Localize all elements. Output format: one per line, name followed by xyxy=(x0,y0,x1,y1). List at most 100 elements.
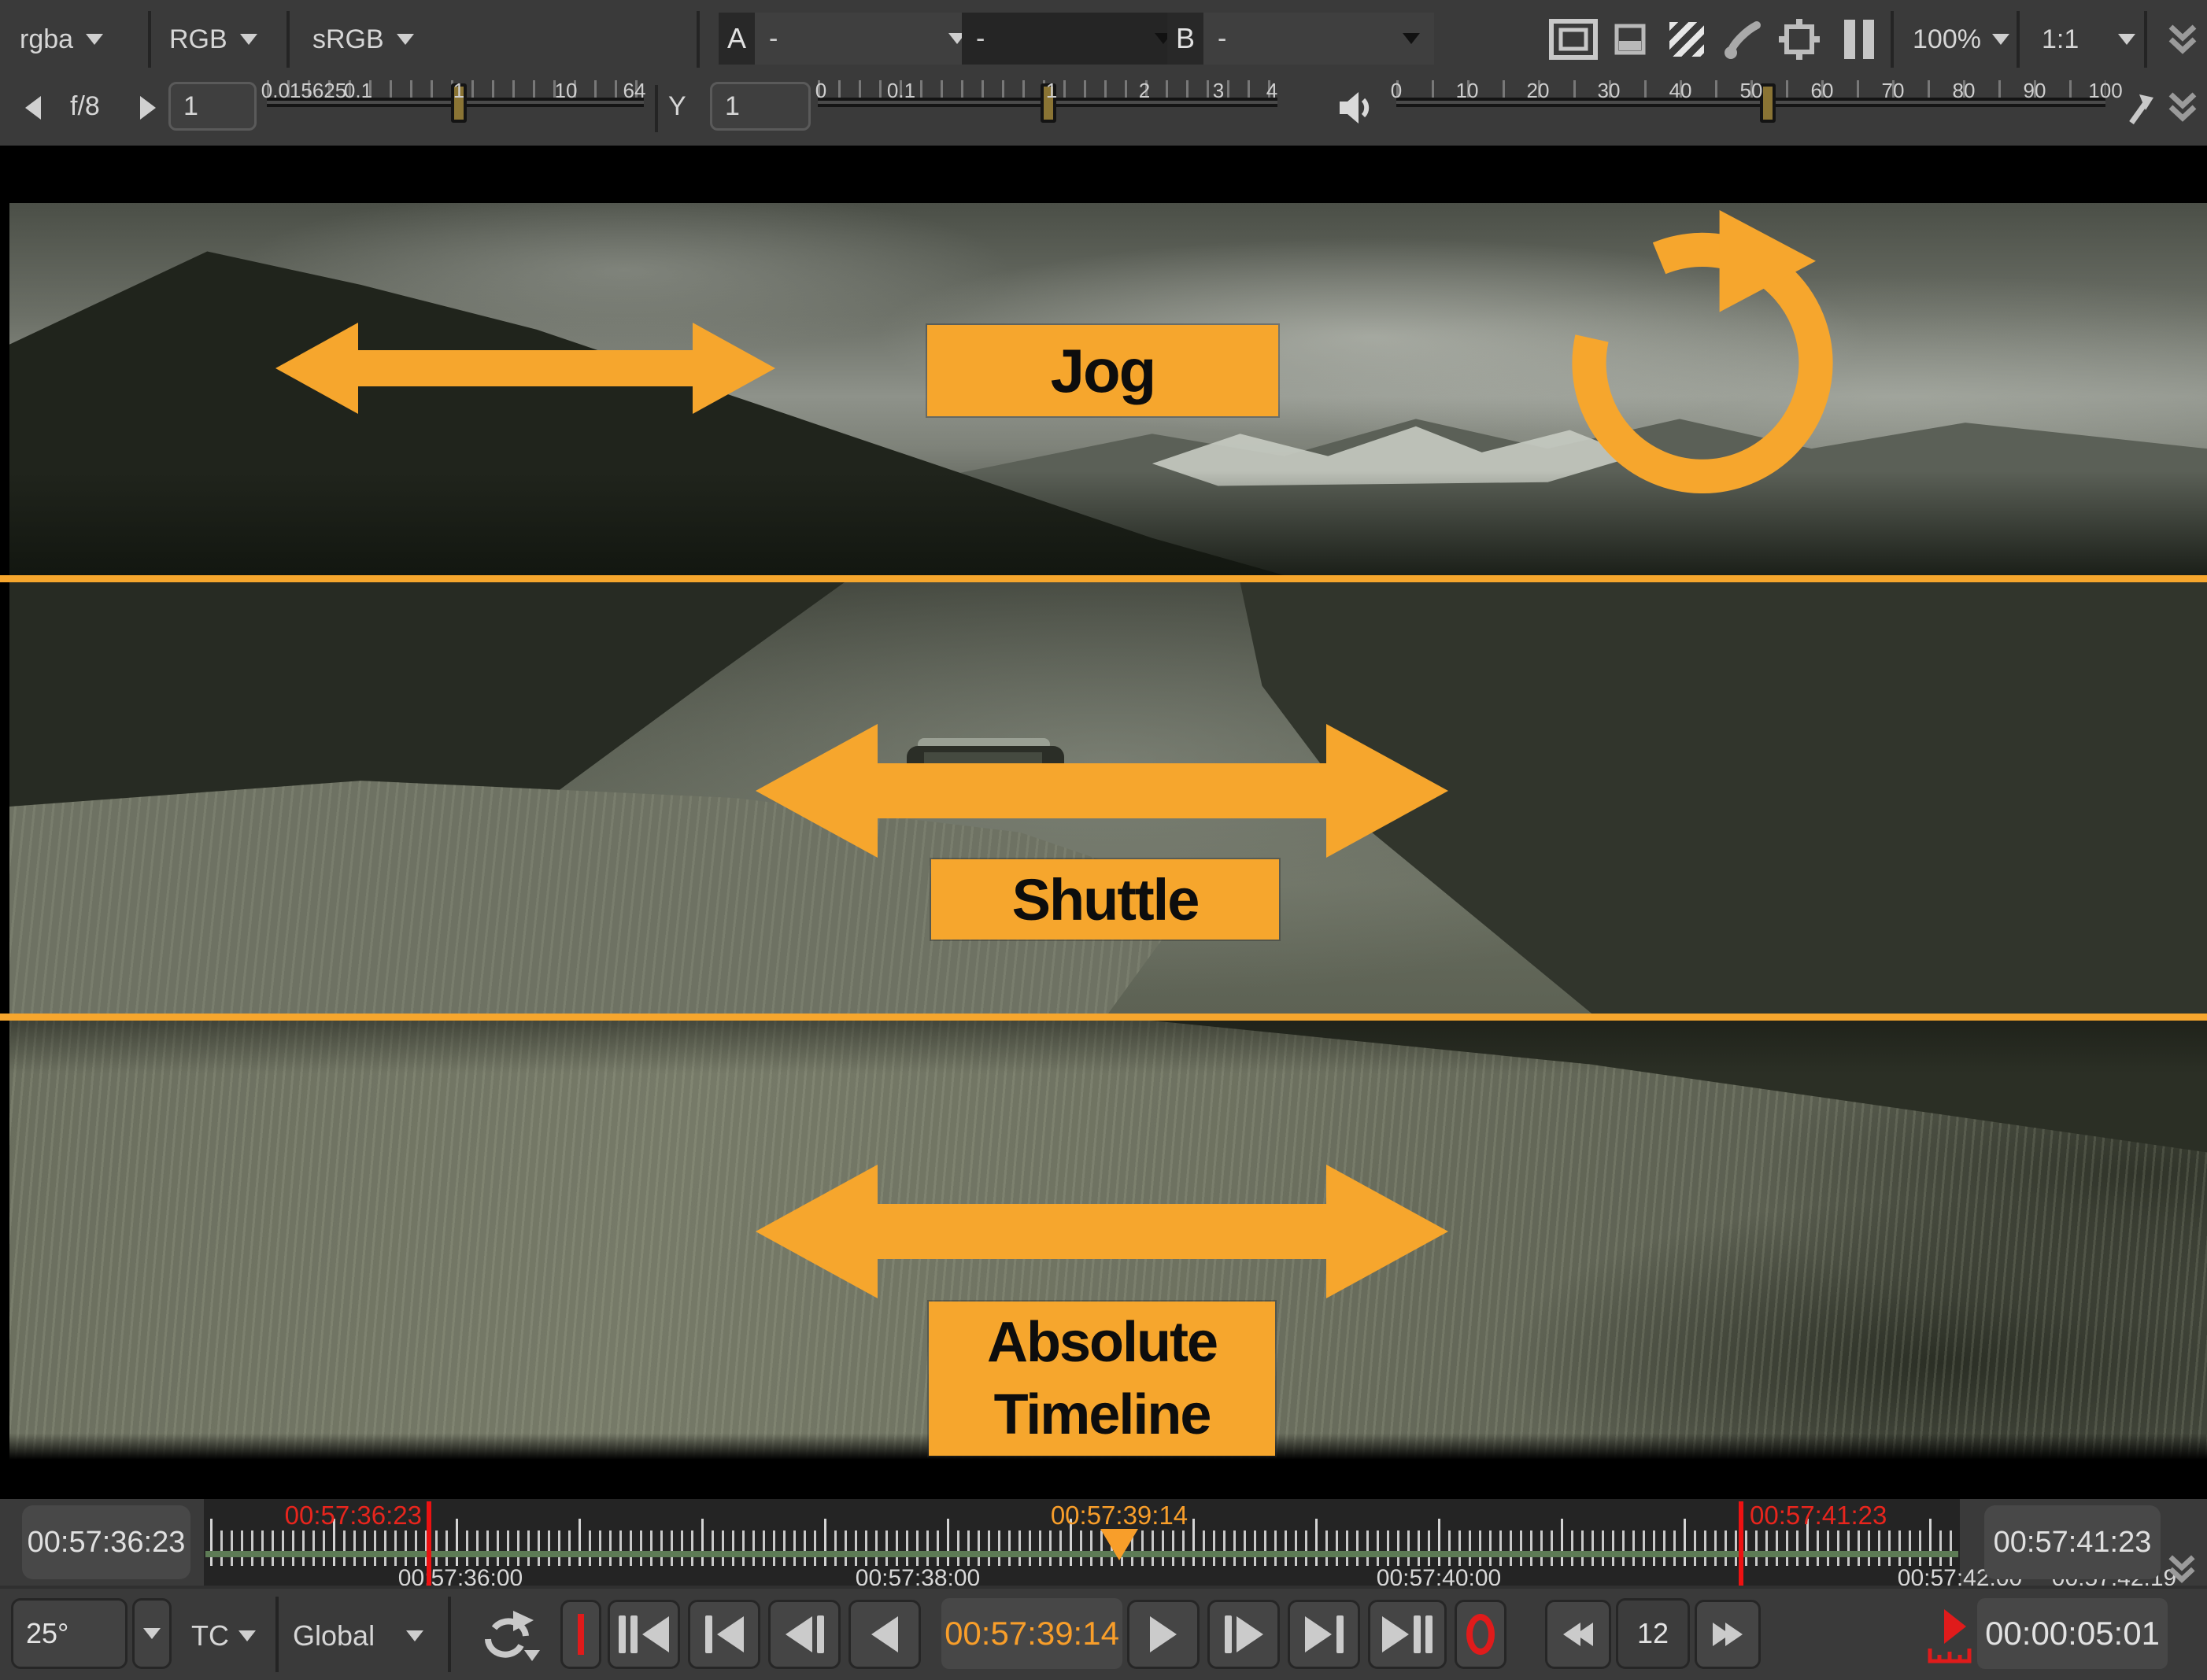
tick-label: 70 xyxy=(1882,79,1905,103)
channels-value: rgba xyxy=(20,24,73,55)
arrow-shaft xyxy=(358,350,693,386)
viewer-window: rgba RGB sRGB A - - B xyxy=(0,0,2207,1680)
exposure-toolbar: f/8 1 0.0156250.111064 Y 1 00.11234 0102… xyxy=(0,79,2207,146)
timecode-mode-dropdown[interactable]: TC xyxy=(191,1589,256,1680)
tick-label: 10 xyxy=(555,79,578,103)
input-a-dropdown[interactable]: A - xyxy=(719,13,980,65)
go-to-start-button[interactable] xyxy=(688,1600,760,1669)
playback-range-icon[interactable] xyxy=(1927,1608,1972,1668)
fstop-label: f/8 xyxy=(70,91,100,122)
colorspace-dropdown[interactable]: sRGB xyxy=(312,0,414,79)
absolute-line2: Timeline xyxy=(994,1379,1211,1451)
arrow-head-right xyxy=(1326,1165,1448,1298)
play-backward-button[interactable] xyxy=(848,1600,921,1669)
step-forward-button[interactable] xyxy=(1207,1600,1280,1669)
divider xyxy=(287,11,290,68)
arrow-head-right xyxy=(693,323,775,414)
fps-select[interactable]: 25° xyxy=(11,1598,128,1669)
skip-forward-button[interactable] xyxy=(1695,1600,1761,1669)
wipe-value: - xyxy=(976,24,985,54)
tick-label: 90 xyxy=(2024,79,2046,103)
viewer-canvas[interactable]: Jog Shuttle xyxy=(0,203,2207,1460)
paintbrush-icon[interactable] xyxy=(1721,0,1765,79)
pixel-aspect-dropdown[interactable]: 1:1 xyxy=(2042,0,2135,79)
tick-label: 100 xyxy=(2088,79,2122,103)
divider xyxy=(1891,11,1894,68)
in-point-marker[interactable] xyxy=(427,1501,431,1586)
gamma-label: Y xyxy=(668,91,686,122)
tick-label: 64 xyxy=(623,79,646,103)
divider xyxy=(2144,11,2147,68)
arrow-head-left xyxy=(756,724,878,858)
proxy-toggle-icon[interactable] xyxy=(1612,0,1648,79)
collapse-slider-row-icon[interactable] xyxy=(2166,90,2199,128)
jog-arrow xyxy=(275,323,775,414)
in-point-glyph xyxy=(578,1614,584,1655)
playback-loop-icon[interactable] xyxy=(479,1609,542,1668)
range-mode-dropdown[interactable]: Global xyxy=(293,1589,423,1680)
playhead-timecode: 00:57:39:14 xyxy=(1051,1501,1188,1530)
out-point-marker[interactable] xyxy=(1739,1501,1743,1586)
fstop-prev-icon[interactable] xyxy=(25,96,41,120)
arrow-head-left xyxy=(275,323,358,414)
step-back-button[interactable] xyxy=(768,1600,841,1669)
gate-overlay-icon[interactable] xyxy=(1777,0,1821,79)
chevron-down-icon xyxy=(1992,34,2009,45)
previous-edit-button[interactable] xyxy=(608,1600,680,1669)
zebra-clipping-icon[interactable] xyxy=(1667,0,1706,79)
zoom-dropdown[interactable]: 100% xyxy=(1913,0,2009,79)
arrow-head-left xyxy=(756,1165,878,1298)
jog-text: Jog xyxy=(1051,335,1155,407)
go-to-end-button[interactable] xyxy=(1288,1600,1360,1669)
playhead-marker[interactable] xyxy=(1100,1529,1138,1560)
tick-label: 1 xyxy=(1046,79,1057,103)
zoom-value: 100% xyxy=(1913,24,1981,55)
speaker-icon[interactable] xyxy=(1338,90,1376,130)
pause-updates-icon[interactable] xyxy=(1839,0,1880,79)
input-b-dropdown[interactable]: B - xyxy=(1167,13,1434,65)
skip-back-button[interactable] xyxy=(1545,1600,1611,1669)
collapse-toolbar-icon[interactable] xyxy=(2163,0,2202,79)
frame-display-icon[interactable] xyxy=(1547,0,1599,79)
fps-select-arrow[interactable] xyxy=(132,1598,172,1669)
colorspace-value: sRGB xyxy=(312,24,384,55)
pixel-aspect-value: 1:1 xyxy=(2042,24,2079,55)
frame-increment-input[interactable]: 12 xyxy=(1616,1598,1690,1669)
wipe-mode-dropdown[interactable]: - xyxy=(962,13,1186,65)
divider xyxy=(697,11,700,68)
band-divider xyxy=(0,575,2207,582)
chevron-down-icon xyxy=(2118,34,2135,45)
collapse-timeline-icon[interactable] xyxy=(2166,1553,2198,1590)
out-point-timecode: 00:57:41:23 xyxy=(1750,1501,1887,1530)
gamma-input[interactable]: 1 xyxy=(710,82,811,131)
fps-value: 25° xyxy=(26,1617,68,1650)
out-point-button[interactable] xyxy=(1455,1600,1506,1669)
timecode-mode-value: TC xyxy=(191,1619,229,1652)
in-point-button[interactable] xyxy=(560,1600,601,1669)
gain-input[interactable]: 1 xyxy=(168,82,257,131)
divider xyxy=(275,1597,279,1672)
tick-label: 4 xyxy=(1266,79,1277,103)
tick-label: 30 xyxy=(1598,79,1621,103)
duration-display[interactable]: 00:00:05:01 xyxy=(1977,1598,2168,1669)
divider xyxy=(655,85,658,132)
divider xyxy=(2017,11,2020,68)
tick-label: 3 xyxy=(1213,79,1224,103)
next-edit-button[interactable] xyxy=(1368,1600,1447,1669)
tick-label: 0.1 xyxy=(887,79,915,103)
arrow-shaft xyxy=(878,763,1326,818)
timeline-ruler[interactable]: 00:57:36:0000:57:38:0000:57:40:0000:57:4… xyxy=(204,1499,1960,1586)
play-forward-button[interactable] xyxy=(1127,1600,1200,1669)
in-point-display[interactable]: 00:57:36:23 xyxy=(22,1505,190,1579)
pointer-mode-icon[interactable] xyxy=(2125,91,2157,131)
input-a-tag: A xyxy=(719,13,755,65)
out-point-display[interactable]: 00:57:41:23 xyxy=(1984,1505,2161,1579)
channels-dropdown[interactable]: rgba xyxy=(20,0,103,79)
chevron-down-icon xyxy=(1403,33,1420,44)
input-b-tag: B xyxy=(1167,13,1203,65)
display-channel-dropdown[interactable]: RGB xyxy=(169,0,257,79)
fstop-next-icon[interactable] xyxy=(140,96,156,120)
tick-label: 2 xyxy=(1139,79,1150,103)
absolute-line1: Absolute xyxy=(987,1306,1217,1379)
current-timecode-display[interactable]: 00:57:39:14 xyxy=(941,1598,1122,1669)
